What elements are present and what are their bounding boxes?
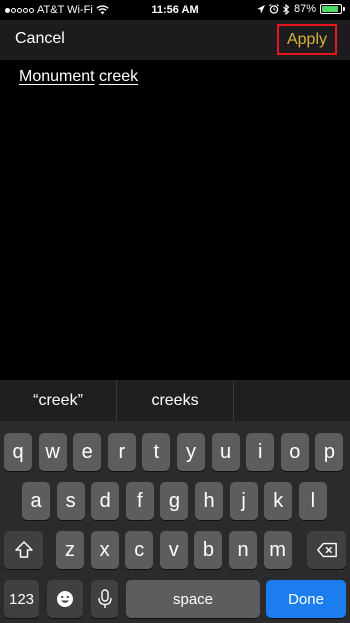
key-k[interactable]: k <box>264 482 293 520</box>
shift-key[interactable] <box>4 531 43 569</box>
emoji-key[interactable] <box>47 580 83 618</box>
status-bar: AT&T Wi-Fi 11:56 AM 87% <box>0 0 350 20</box>
key-q[interactable]: q <box>4 433 32 471</box>
text-word[interactable]: creek <box>99 68 138 85</box>
battery-percent: 87% <box>293 3 316 15</box>
keyboard: qwertyuiop asdfghjkl zxcvbnm 123 space D… <box>0 421 350 623</box>
key-v[interactable]: v <box>159 531 188 569</box>
key-i[interactable]: i <box>246 433 275 471</box>
key-t[interactable]: t <box>142 433 171 471</box>
key-n[interactable]: n <box>229 531 257 569</box>
suggestion-item[interactable]: “creek” <box>0 380 117 421</box>
key-s[interactable]: s <box>56 482 85 520</box>
key-y[interactable]: y <box>177 433 205 471</box>
key-a[interactable]: a <box>22 482 50 520</box>
predictive-suggestions-bar: “creek” creeks <box>0 380 350 421</box>
dictation-key[interactable] <box>91 580 118 618</box>
alarm-icon <box>269 4 279 14</box>
status-right: 87% <box>256 3 345 15</box>
text-content[interactable]: Monument creek <box>19 68 138 86</box>
bluetooth-icon <box>283 3 290 15</box>
key-m[interactable]: m <box>263 531 292 569</box>
apply-button[interactable]: Apply <box>277 24 337 55</box>
text-word[interactable]: Monument <box>19 68 95 85</box>
key-z[interactable]: z <box>56 531 84 569</box>
suggestion-item[interactable] <box>234 380 350 421</box>
key-l[interactable]: l <box>298 482 327 520</box>
space-key[interactable]: space <box>126 580 260 618</box>
key-e[interactable]: e <box>73 433 102 471</box>
key-u[interactable]: u <box>211 433 240 471</box>
key-r[interactable]: r <box>107 433 136 471</box>
key-row-3: zxcvbnm <box>0 531 350 569</box>
suggestion-item[interactable]: creeks <box>117 380 234 421</box>
location-icon <box>256 4 265 13</box>
text-editor[interactable]: Monument creek <box>0 60 350 380</box>
key-o[interactable]: o <box>280 433 309 471</box>
key-f[interactable]: f <box>125 482 154 520</box>
emoji-icon <box>57 591 73 607</box>
key-b[interactable]: b <box>194 531 223 569</box>
key-c[interactable]: c <box>125 531 154 569</box>
delete-key[interactable] <box>307 531 346 569</box>
microphone-icon <box>97 589 112 608</box>
delete-icon <box>316 542 337 558</box>
key-h[interactable]: h <box>195 482 223 520</box>
key-x[interactable]: x <box>90 531 119 569</box>
key-d[interactable]: d <box>91 482 120 520</box>
key-row-4: 123 space Done <box>0 580 350 618</box>
key-row-1: qwertyuiop <box>0 433 350 471</box>
cancel-button[interactable]: Cancel <box>15 30 65 48</box>
key-w[interactable]: w <box>38 433 67 471</box>
key-p[interactable]: p <box>315 433 344 471</box>
key-row-2: asdfghjkl <box>0 482 350 520</box>
battery-icon <box>320 4 345 14</box>
key-g[interactable]: g <box>160 482 189 520</box>
key-j[interactable]: j <box>229 482 258 520</box>
shift-icon <box>14 541 33 558</box>
numbers-key[interactable]: 123 <box>4 580 39 618</box>
nav-bar: Cancel Apply <box>0 20 350 60</box>
done-key[interactable]: Done <box>266 580 346 618</box>
